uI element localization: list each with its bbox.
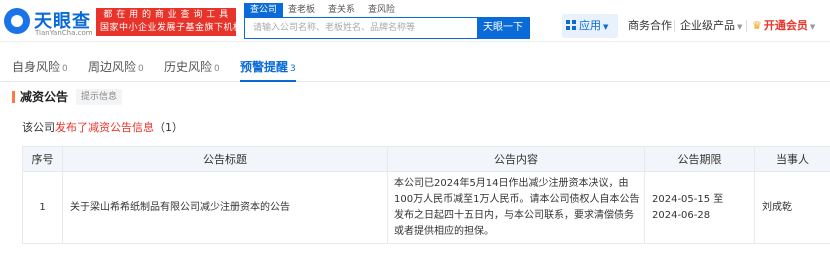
crown-icon: ♛ <box>752 19 762 32</box>
table-header-row: 序号 公告标题 公告内容 公告期限 当事人 <box>22 146 830 172</box>
header-title: 公告标题 <box>62 146 388 172</box>
vip-button[interactable]: ♛ 开通会员 ▼ <box>752 14 815 38</box>
search-tab-risk[interactable]: 查风险 <box>362 3 401 17</box>
vip-label: 开通会员 <box>763 19 808 32</box>
capital-reduction-table: 序号 公告标题 公告内容 公告期限 当事人 1 关于梁山希希纸制品有限公司减少注… <box>22 146 830 244</box>
enterprise-label: 企业级产品 <box>680 19 735 32</box>
section-title: 减资公告 <box>20 90 69 104</box>
tab-label: 周边风险 <box>88 60 137 74</box>
slogan-line-1: 都 在 用 的 商 业 查 询 工 具 <box>103 10 229 20</box>
chevron-down-icon: ▼ <box>809 23 816 31</box>
tab-warning-alerts[interactable]: 预警提醒 3 <box>240 58 296 82</box>
search-input[interactable] <box>245 18 477 38</box>
row-title-link[interactable]: 关于梁山希希纸制品有限公司减少注册资本的公告 <box>62 171 388 244</box>
top-header: 天眼查 TianYanCha.com 都 在 用 的 商 业 查 询 工 具 国… <box>0 0 830 42</box>
search-tab-company[interactable]: 查公司 <box>244 3 284 17</box>
tab-count: 3 <box>290 64 296 74</box>
search-tab-relation[interactable]: 查关系 <box>322 3 361 17</box>
summary-prefix: 该公司 <box>22 121 55 134</box>
risk-tabs: 自身风险 0 周边风险 0 历史风险 0 预警提醒 3 <box>0 52 830 82</box>
search-box: 天眼一下 <box>244 17 530 39</box>
nav-business-cooperation[interactable]: 商务合作 <box>628 14 672 38</box>
section-marker <box>12 91 15 103</box>
logo-domain: TianYanCha.com <box>35 29 93 37</box>
summary-count: （1） <box>154 121 183 134</box>
tab-label: 自身风险 <box>12 60 61 74</box>
tab-label: 历史风险 <box>164 60 213 74</box>
row-period: 2024-05-15 至 2024-06-28 <box>644 171 755 244</box>
header-content: 公告内容 <box>387 146 645 172</box>
slogan-badge: 都 在 用 的 商 业 查 询 工 具 国家中小企业发展子基金旗下机构 <box>96 8 243 36</box>
tab-count: 0 <box>62 64 68 74</box>
logo-icon <box>4 8 30 34</box>
nav-enterprise-products[interactable]: 企业级产品 ▼ <box>680 14 742 38</box>
nav-divider <box>746 20 747 32</box>
tab-self-risk[interactable]: 自身风险 0 <box>12 58 68 82</box>
logo[interactable]: 天眼查 TianYanCha.com <box>4 6 93 38</box>
slogan-line-2: 国家中小企业发展子基金旗下机构 <box>100 23 243 33</box>
search-tab-boss[interactable]: 查老板 <box>282 3 321 17</box>
header-index: 序号 <box>22 146 63 172</box>
tab-count: 0 <box>138 64 144 74</box>
apps-label: 应用 <box>579 19 601 32</box>
apps-menu[interactable]: 应用 ▼ <box>562 14 618 38</box>
search-button[interactable]: 天眼一下 <box>477 18 529 38</box>
chevron-down-icon: ▼ <box>603 23 609 31</box>
header-period: 公告期限 <box>644 146 755 172</box>
nav-divider <box>674 20 675 32</box>
tab-historical-risk[interactable]: 历史风险 0 <box>164 58 220 82</box>
row-content: 本公司已2024年5月14日作出减少注册资本决议，由100万人民币减至1万人民币… <box>387 171 645 244</box>
tab-label: 预警提醒 <box>240 60 289 74</box>
grid-icon <box>566 20 576 30</box>
row-index: 1 <box>22 171 63 244</box>
tab-count: 0 <box>214 64 220 74</box>
section-summary: 该公司发布了减资公告信息（1） <box>22 119 183 135</box>
chevron-down-icon: ▼ <box>737 23 743 31</box>
section-tag: 提示信息 <box>76 89 123 105</box>
summary-highlight-link[interactable]: 发布了减资公告信息 <box>55 121 154 134</box>
tab-surrounding-risk[interactable]: 周边风险 0 <box>88 58 144 82</box>
table-row: 1 关于梁山希希纸制品有限公司减少注册资本的公告 本公司已2024年5月14日作… <box>22 171 830 244</box>
header-party: 当事人 <box>754 146 830 172</box>
row-party-link[interactable]: 刘成乾 <box>754 171 830 244</box>
